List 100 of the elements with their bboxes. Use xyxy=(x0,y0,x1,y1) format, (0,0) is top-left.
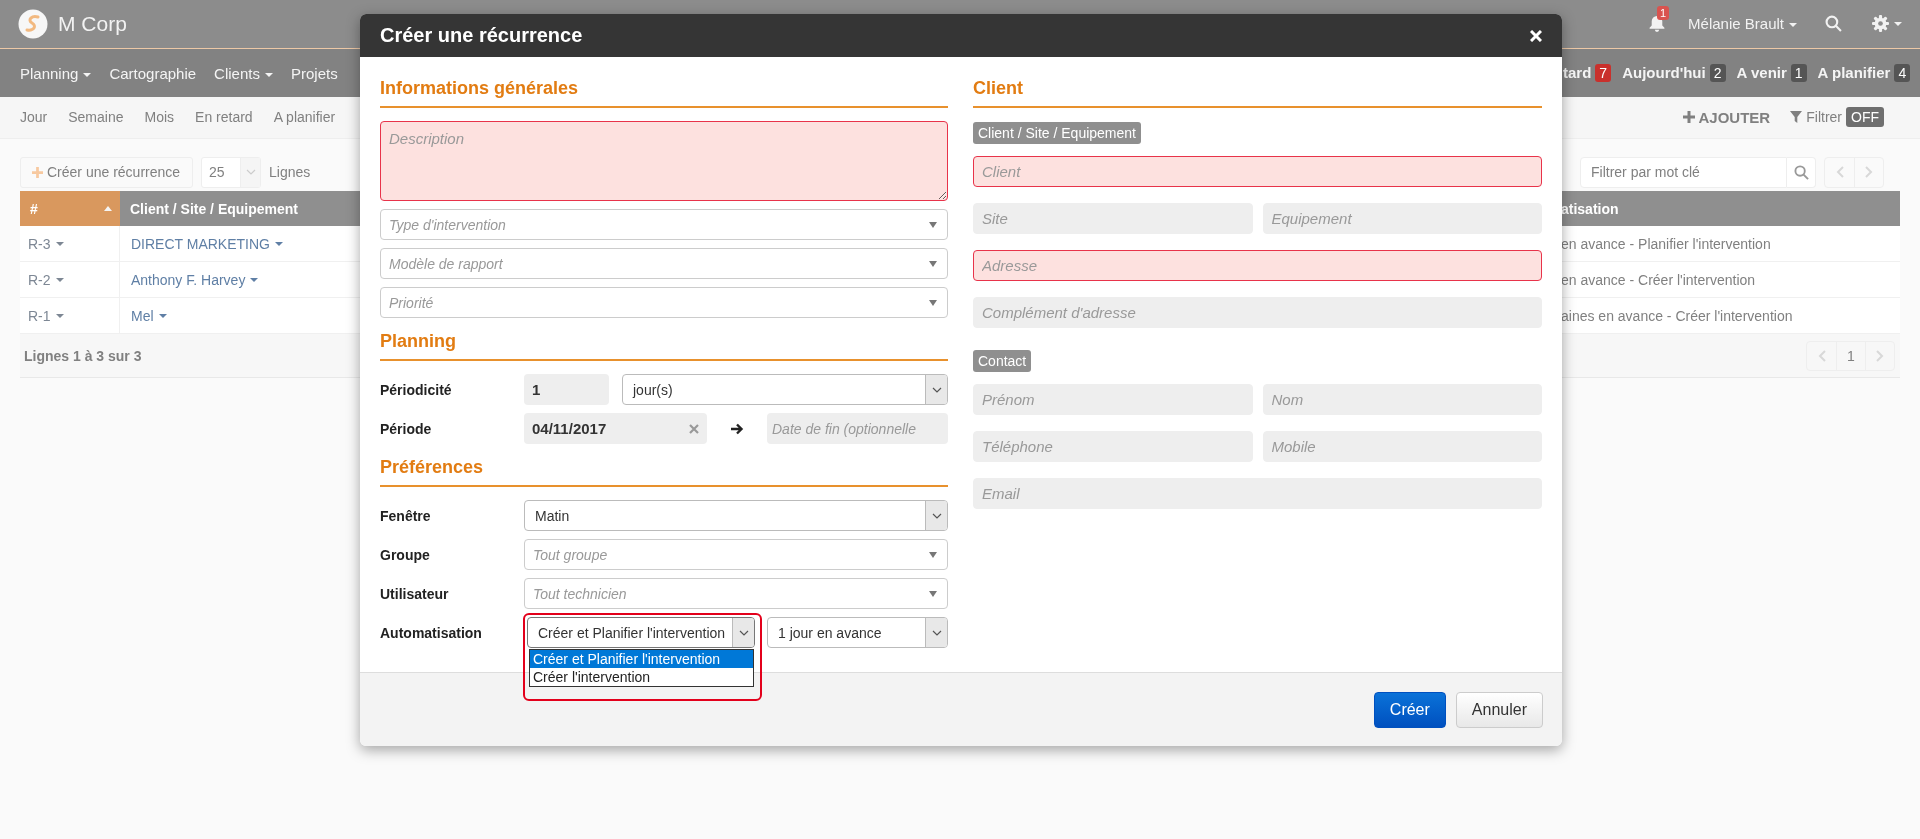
field-label: Périodicité xyxy=(380,381,453,398)
caret-icon xyxy=(55,241,64,246)
arrow-right-icon xyxy=(730,422,744,435)
caret-icon xyxy=(929,590,937,597)
column-header[interactable]: atisation xyxy=(1561,191,1900,226)
date-field[interactable]: 04/11/2017 xyxy=(524,413,707,444)
nav-item[interactable]: Projets xyxy=(290,64,338,82)
dropdown[interactable]: Modèle de rapport xyxy=(380,248,948,279)
dropdown[interactable]: Tout technicien xyxy=(524,578,948,609)
text-field[interactable]: Adresse xyxy=(973,250,1542,281)
count-badge: 1 xyxy=(1790,64,1807,82)
count-badge: 7 xyxy=(1595,64,1612,82)
notification-badge: 1 xyxy=(1657,5,1670,20)
dropdown[interactable]: Créer et Planifier l'intervention xyxy=(527,617,755,648)
caret-icon xyxy=(275,241,283,246)
search-button[interactable] xyxy=(1787,156,1816,188)
description-field[interactable]: Description xyxy=(380,121,948,201)
dropdown-option[interactable]: Créer et Planifier l'intervention xyxy=(530,650,753,668)
add-button[interactable]: AJOUTER xyxy=(1682,108,1771,126)
row-count: Lignes 1 à 3 sur 3 xyxy=(24,347,142,364)
search-icon xyxy=(1825,15,1842,32)
toggle-badge: OFF xyxy=(1846,107,1884,127)
plus-icon xyxy=(32,166,43,178)
logo-icon xyxy=(18,8,48,39)
number-field[interactable]: 1 xyxy=(524,374,609,405)
chevron-right-icon xyxy=(1875,349,1885,362)
table-cell: en avance - Planifier l'intervention xyxy=(1561,226,1900,262)
nav-tab[interactable]: Aujourd'hui 2 xyxy=(1622,64,1726,82)
chevron-icon xyxy=(925,375,947,404)
caret-icon xyxy=(1789,23,1797,28)
subnav-item[interactable]: A planifier xyxy=(273,109,336,125)
nav-tab[interactable]: A venir 1 xyxy=(1736,64,1807,82)
subnav-item[interactable]: Semaine xyxy=(68,109,124,125)
table-cell[interactable]: R-1 xyxy=(20,298,120,334)
chevron-left-icon xyxy=(1834,166,1845,178)
subnav-item[interactable]: En retard xyxy=(195,109,253,125)
create-button[interactable]: Créer une récurrence xyxy=(20,156,194,188)
field-label: Automatisation xyxy=(380,624,483,641)
subnav-item[interactable]: Mois xyxy=(144,109,175,125)
column-header[interactable]: # xyxy=(20,191,120,226)
clear-icon[interactable] xyxy=(689,423,699,434)
caret-icon xyxy=(929,221,937,228)
chevron-icon xyxy=(240,157,261,187)
dialog-title: Créer une récurrence xyxy=(380,24,583,47)
dropdown[interactable]: jour(s) xyxy=(622,374,948,405)
date-field[interactable]: Date de fin (optionnelle xyxy=(767,413,948,444)
field-label: Utilisateur xyxy=(380,585,450,602)
group-label: Contact xyxy=(973,350,1032,372)
section-heading: Préférences xyxy=(380,456,948,487)
chevron-icon xyxy=(925,501,947,530)
user-menu[interactable]: Mélanie Brault xyxy=(1688,15,1797,32)
table-cell: aines en avance - Créer l'intervention xyxy=(1561,298,1900,334)
caret-icon xyxy=(158,313,167,318)
field-label: Fenêtre xyxy=(380,507,432,524)
caret-icon xyxy=(250,277,259,282)
chevron-left-icon xyxy=(1816,349,1827,362)
caret-icon xyxy=(929,260,937,267)
nav-item[interactable]: Clients xyxy=(214,64,273,82)
settings-menu[interactable] xyxy=(1872,15,1902,32)
cancel-button[interactable]: Annuler xyxy=(1455,691,1543,728)
caret-icon xyxy=(1894,21,1902,26)
create-button[interactable]: Créer xyxy=(1373,691,1446,728)
nav-tab[interactable]: A planifier 4 xyxy=(1817,64,1911,82)
caret-icon xyxy=(929,299,937,306)
nav-item[interactable]: Planning xyxy=(20,64,92,82)
field-label: Période xyxy=(380,420,433,437)
search-field[interactable]: Filtrer par mot clé xyxy=(1580,156,1787,188)
count-badge: 2 xyxy=(1709,64,1726,82)
count-badge: 4 xyxy=(1894,64,1911,82)
text-field[interactable]: Client xyxy=(973,156,1542,187)
dropdown[interactable]: Type d'intervention xyxy=(380,209,948,240)
close-icon[interactable] xyxy=(1530,29,1542,42)
caret-icon xyxy=(55,277,64,282)
field-label: Groupe xyxy=(380,546,431,563)
dropdown[interactable]: 1 jour en avance xyxy=(767,617,948,648)
nav-tab[interactable]: tard 7 xyxy=(1563,64,1612,82)
group-label: Client / Site / Equipement xyxy=(973,122,1141,144)
subnav-item[interactable]: Jour xyxy=(20,109,48,125)
search-icon xyxy=(1793,164,1809,180)
dropdown[interactable]: Tout groupe xyxy=(524,539,948,570)
chevron-icon xyxy=(925,618,947,647)
nav-item[interactable]: Cartographie xyxy=(109,64,197,82)
filter-icon xyxy=(1790,111,1803,123)
section-heading: Planning xyxy=(380,330,948,361)
table-cell: en avance - Créer l'intervention xyxy=(1561,262,1900,298)
section-heading: Informations générales xyxy=(380,77,948,108)
dropdown-option[interactable]: Créer l'intervention xyxy=(530,668,753,686)
section-heading: Client xyxy=(973,77,1542,108)
caret-icon xyxy=(55,313,64,318)
table-cell[interactable]: R-2 xyxy=(20,262,120,298)
dropdown[interactable]: Matin xyxy=(524,500,948,531)
app-name: M Corp xyxy=(58,11,127,36)
plus-icon xyxy=(1682,111,1695,123)
dropdown[interactable]: Priorité xyxy=(380,287,948,318)
page-size-select[interactable]: 25 xyxy=(201,156,262,188)
filter-toggle[interactable]: Filtrer OFF xyxy=(1790,107,1884,127)
caret-icon xyxy=(929,551,937,558)
settings-icon xyxy=(1872,15,1889,32)
table-cell[interactable]: R-3 xyxy=(20,226,120,262)
page-size-label: Lignes xyxy=(269,164,311,180)
